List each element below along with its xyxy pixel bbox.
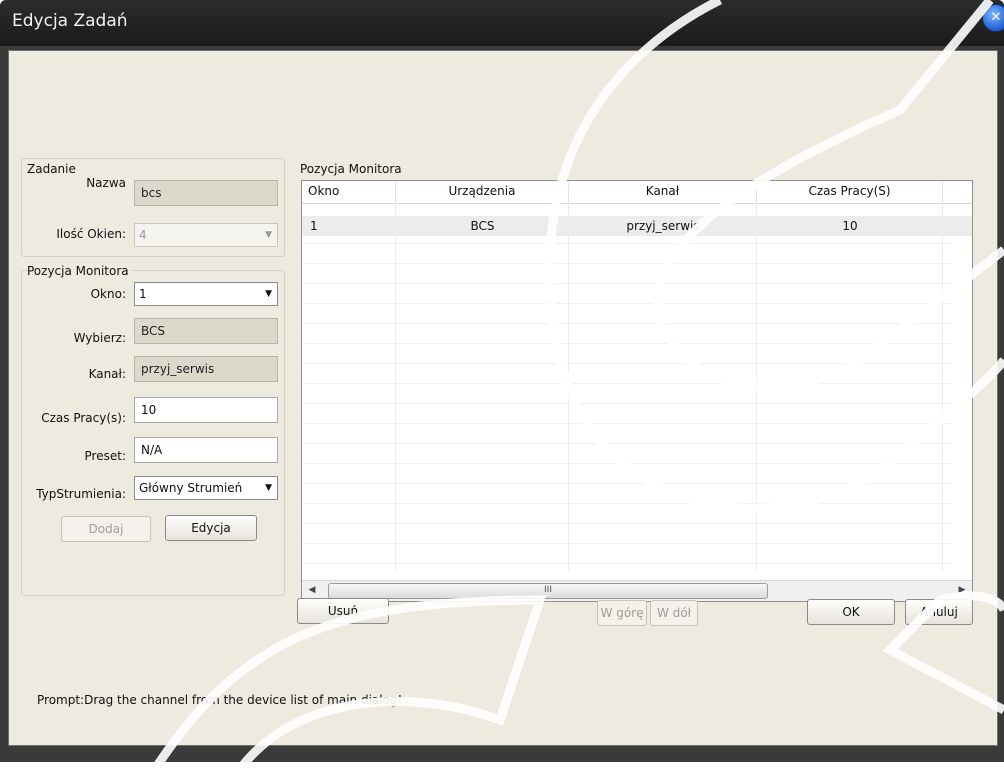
window-select-value: 1	[139, 287, 147, 301]
arrow-right-icon[interactable]: ▶	[955, 583, 969, 598]
close-button[interactable]: ✕	[982, 4, 1004, 32]
grid-line	[302, 323, 952, 324]
dialog-window: Edycja Zadań ✕ Zadanie Nazwa bcs Ilość O…	[0, 0, 1004, 762]
column-header-worktime[interactable]: Czas Pracy(S)	[757, 181, 943, 203]
windows-count-label: Ilość Okien:	[56, 227, 126, 241]
add-button[interactable]: Dodaj	[61, 516, 151, 542]
task-group-title: Zadanie	[27, 162, 79, 176]
grid-line	[756, 203, 757, 571]
grid-line	[568, 203, 569, 571]
cell-worktime: 10	[842, 219, 858, 233]
arrow-left-icon[interactable]: ◀	[305, 583, 319, 598]
name-field[interactable]: bcs	[134, 180, 278, 206]
grid-line	[302, 263, 952, 264]
grid-line	[302, 383, 952, 384]
scrollbar-thumb[interactable]: III	[328, 583, 768, 599]
grid-line	[302, 363, 952, 364]
window-label: Okno:	[90, 287, 126, 301]
table-row[interactable]: 1 BCS przyj_serwis 10	[302, 216, 972, 236]
grid-line	[302, 303, 952, 304]
grid-line	[302, 563, 952, 564]
preset-input[interactable]: N/A	[134, 437, 278, 463]
worktime-label: Czas Pracy(s):	[41, 411, 126, 425]
close-icon: ✕	[990, 10, 1002, 25]
edit-button[interactable]: Edycja	[165, 515, 257, 541]
device-field[interactable]: BCS	[134, 318, 278, 344]
ok-button[interactable]: OK	[807, 599, 895, 625]
name-label: Nazwa	[86, 176, 126, 190]
chevron-down-icon: ▼	[265, 483, 272, 493]
worktime-input[interactable]: 10	[134, 397, 278, 423]
dialog-body: Zadanie Nazwa bcs Ilość Okien: 4 ▼ Pozyc…	[8, 50, 998, 746]
horizontal-scrollbar[interactable]: ◀ III ▶	[302, 580, 972, 601]
grid-line	[302, 483, 952, 484]
cell-window: 1	[310, 219, 318, 233]
cell-channel: przyj_serwis	[626, 219, 700, 233]
grid-line	[302, 463, 952, 464]
grid-line	[302, 403, 952, 404]
grid-line	[302, 343, 952, 344]
grid-line	[302, 423, 952, 424]
channel-field[interactable]: przyj_serwis	[134, 356, 278, 382]
title-bar[interactable]: Edycja Zadań ✕	[0, 0, 1004, 46]
cancel-button[interactable]: Anuluj	[905, 599, 973, 625]
stream-type-value: Główny Strumień	[139, 481, 243, 495]
grid-line	[302, 243, 952, 244]
windows-count-value: 4	[139, 228, 147, 242]
column-header-window[interactable]: Okno	[302, 181, 396, 203]
window-select[interactable]: 1 ▼	[134, 282, 278, 306]
device-select-label: Wybierz:	[73, 331, 126, 345]
grid-line	[942, 203, 943, 571]
stream-type-select[interactable]: Główny Strumień ▼	[134, 476, 278, 500]
prompt-text: Prompt:Drag the channel from the device …	[37, 693, 403, 707]
chevron-down-icon: ▼	[265, 289, 272, 299]
windows-count-select[interactable]: 4 ▼	[134, 223, 278, 247]
table-header: Okno Urządzenia Kanał Czas Pracy(S)	[302, 181, 972, 204]
grid-line	[302, 543, 952, 544]
column-header-channel[interactable]: Kanał	[569, 181, 757, 203]
grid-line	[395, 203, 396, 571]
grid-line	[302, 523, 952, 524]
grid-line	[302, 443, 952, 444]
chevron-down-icon: ▼	[265, 230, 272, 240]
stream-type-label: TypStrumienia:	[36, 487, 126, 501]
monitor-position-table[interactable]: Okno Urządzenia Kanał Czas Pracy(S) 1 BC…	[301, 180, 973, 602]
move-up-button[interactable]: W górę	[597, 600, 647, 626]
window-title: Edycja Zadań	[12, 11, 128, 31]
grid-line	[302, 283, 952, 284]
move-down-button[interactable]: W dół	[650, 600, 698, 626]
cell-device: BCS	[470, 219, 495, 233]
preset-label: Preset:	[84, 449, 126, 463]
column-header-device[interactable]: Urządzenia	[396, 181, 569, 203]
list-panel-title: Pozycja Monitora	[300, 162, 405, 176]
grip-icon: III	[544, 585, 552, 595]
delete-button[interactable]: Usuń	[297, 598, 389, 624]
monitor-group-title: Pozycja Monitora	[27, 264, 132, 278]
channel-label: Kanał:	[88, 367, 126, 381]
grid-line	[302, 503, 952, 504]
